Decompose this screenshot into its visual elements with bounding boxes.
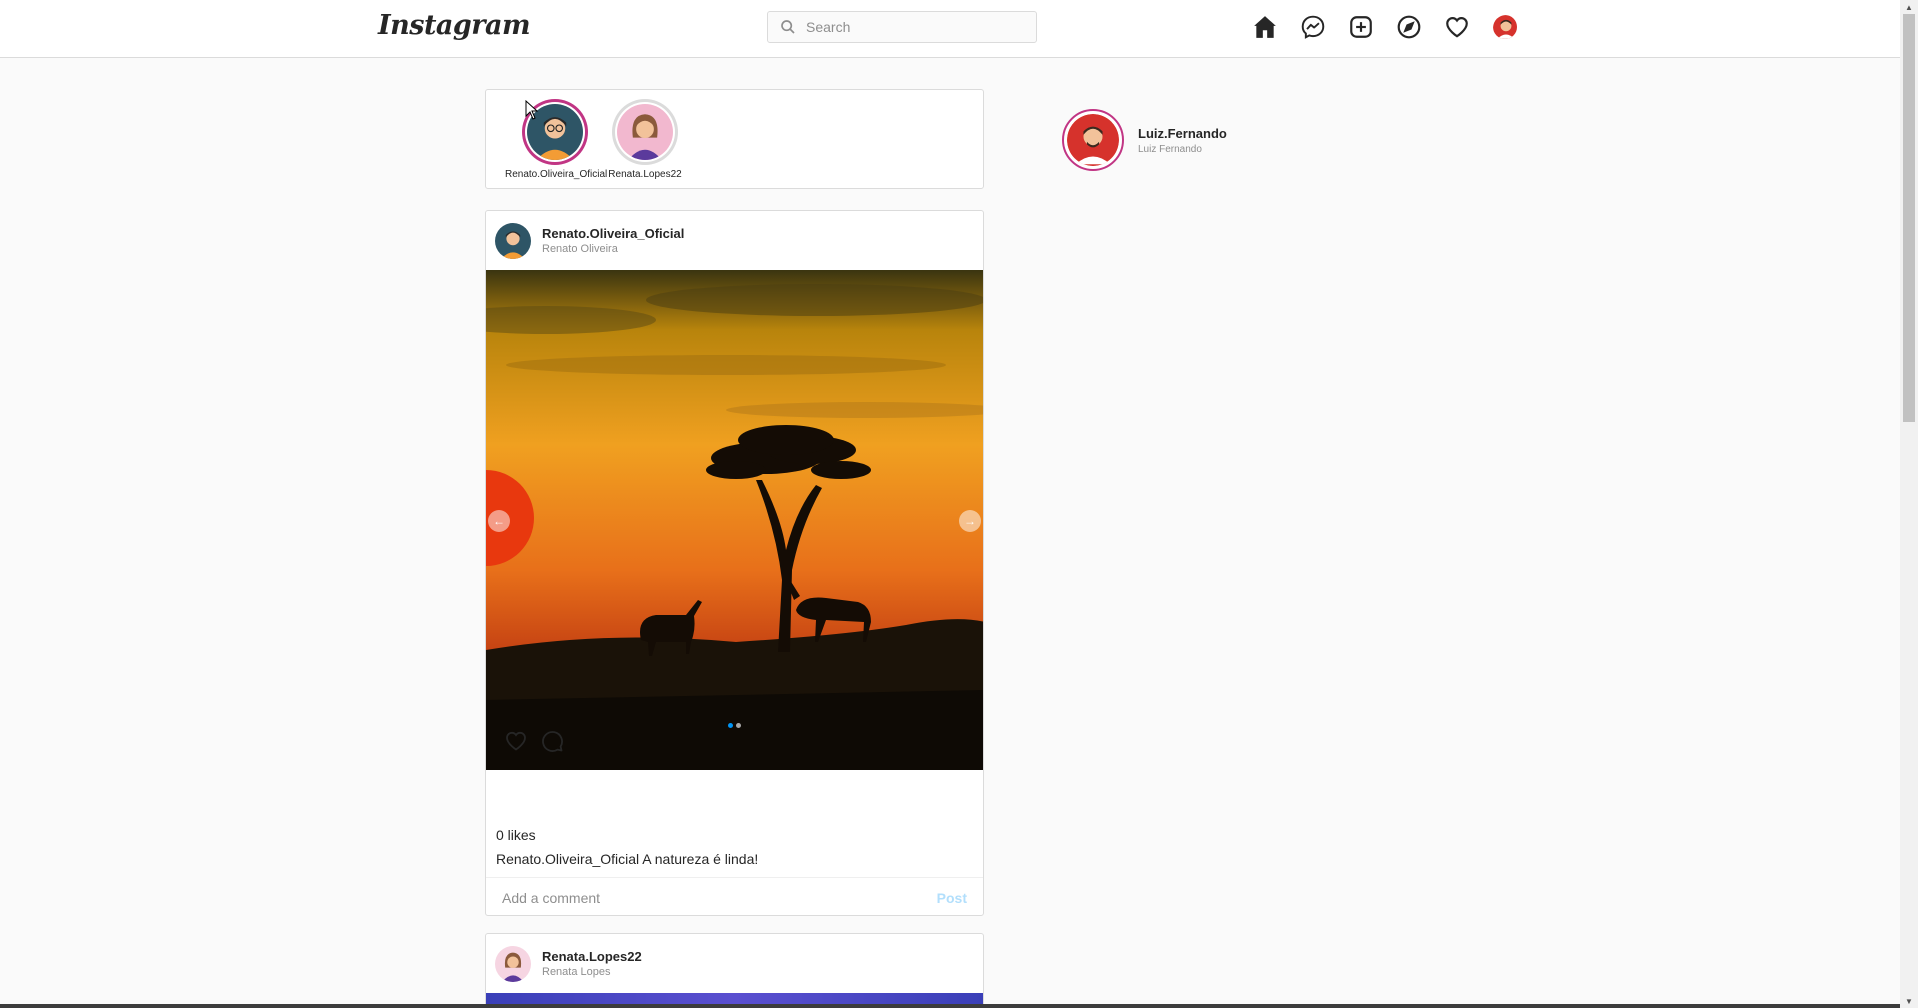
post-actions: [504, 729, 564, 753]
caption-text: A natureza é linda!: [642, 851, 759, 867]
search-input[interactable]: [806, 19, 1026, 35]
comment-input[interactable]: [502, 889, 937, 906]
nav-icons: [1252, 14, 1518, 40]
carousel-dot: [736, 723, 741, 728]
page-scrollbar[interactable]: ▲ ▼: [1900, 0, 1918, 1008]
messenger-icon[interactable]: [1300, 14, 1326, 40]
post-comment-button[interactable]: Post: [937, 890, 967, 906]
mouse-cursor: [525, 100, 539, 120]
story-ring: [612, 99, 678, 165]
post-header: Renato.Oliveira_Oficial Renato Oliveira: [486, 211, 983, 270]
post-image[interactable]: ← →: [486, 270, 983, 770]
story-username: Renato.Oliveira_Oficial: [505, 169, 608, 180]
avatar[interactable]: [495, 222, 531, 259]
story-item[interactable]: Renato.Oliveira_Oficial: [505, 99, 608, 180]
new-post-icon[interactable]: [1348, 14, 1374, 40]
bottom-edge: [0, 1004, 1900, 1008]
instagram-logo[interactable]: Instagram: [378, 10, 531, 41]
search-bar[interactable]: [767, 11, 1037, 43]
scroll-down-arrow[interactable]: ▼: [1900, 994, 1918, 1008]
post-caption: Renato.Oliveira_Oficial A natureza é lin…: [496, 851, 758, 867]
feed-post: Renato.Oliveira_Oficial Renato Oliveira: [485, 210, 984, 916]
scroll-up-arrow[interactable]: ▲: [1900, 0, 1918, 14]
comment-form: Post: [486, 877, 983, 915]
comment-icon[interactable]: [540, 729, 564, 753]
avatar: [617, 104, 673, 160]
scroll-thumb[interactable]: [1903, 14, 1915, 422]
story-item[interactable]: Renata.Lopes22: [595, 99, 695, 180]
post-username[interactable]: Renato.Oliveira_Oficial: [542, 226, 684, 241]
post-full-name: Renata Lopes: [542, 966, 611, 978]
profile-username[interactable]: Luiz.Fernando: [1138, 126, 1227, 141]
profile-avatar[interactable]: [1492, 14, 1518, 40]
avatar: [1067, 114, 1119, 166]
carousel-indicator: [486, 723, 983, 728]
feed-post: Renata.Lopes22 Renata Lopes: [485, 933, 984, 1008]
post-username[interactable]: Renata.Lopes22: [542, 949, 642, 964]
avatar[interactable]: [495, 945, 531, 982]
caption-username[interactable]: Renato.Oliveira_Oficial: [496, 851, 639, 867]
carousel-dot: [728, 723, 733, 728]
profile-avatar-ring[interactable]: [1062, 109, 1124, 171]
story-username: Renata.Lopes22: [608, 169, 682, 180]
home-icon[interactable]: [1252, 14, 1278, 40]
activity-heart-icon[interactable]: [1444, 14, 1470, 40]
likes-count[interactable]: 0 likes: [496, 827, 536, 843]
stories-tray: Renato.Oliveira_Oficial Renata.Lopes22: [485, 89, 984, 189]
like-heart-icon[interactable]: [504, 729, 528, 753]
explore-icon[interactable]: [1396, 14, 1422, 40]
carousel-next-button[interactable]: →: [959, 510, 981, 532]
profile-full-name: Luiz Fernando: [1138, 143, 1202, 155]
carousel-prev-button[interactable]: ←: [488, 510, 510, 532]
post-header: Renata.Lopes22 Renata Lopes: [486, 934, 983, 993]
post-full-name: Renato Oliveira: [542, 243, 618, 255]
search-icon: [781, 20, 795, 34]
profile-summary: Luiz.Fernando Luiz Fernando: [1062, 109, 1227, 171]
top-navbar: Instagram: [0, 0, 1900, 58]
